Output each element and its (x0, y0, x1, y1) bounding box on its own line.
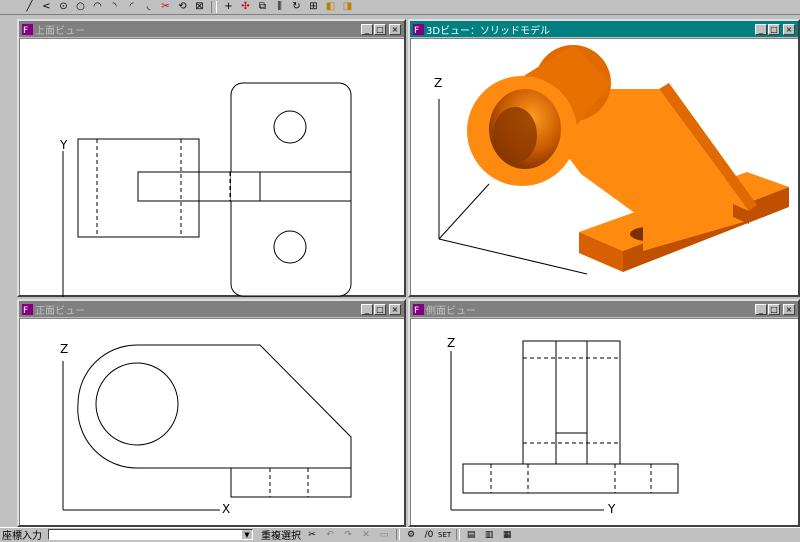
status-separator (456, 529, 461, 540)
y-axis-label: Y (59, 138, 68, 152)
app-icon[interactable]: F (21, 303, 33, 315)
arc2-tool-icon[interactable]: ◝ (107, 1, 122, 14)
window-title: 正面ビュー (35, 305, 85, 317)
command-bar: 座標入力 ▼ 重複選択 ✂ ↶ ↷ ✕ ▭ ⚙ /0 SET ▤ ▥ ▦ (0, 527, 800, 542)
app-icon[interactable]: F (412, 303, 424, 315)
maximize-button[interactable]: □ (768, 303, 780, 315)
upright-outline (522, 340, 621, 465)
minimize-button[interactable]: _ (361, 303, 373, 315)
rotate-icon[interactable]: ↻ (289, 1, 304, 14)
undo-icon[interactable]: ↶ (323, 529, 337, 540)
status-separator (396, 529, 400, 540)
app-icon[interactable]: F (412, 23, 424, 35)
z-axis-label: Z (60, 342, 68, 356)
svg-text:F: F (23, 26, 28, 35)
maximize-button[interactable]: □ (374, 303, 386, 315)
move-icon[interactable]: ✣ (238, 1, 253, 14)
svg-text:F: F (23, 306, 28, 315)
y-axis-label: Y (607, 502, 616, 516)
close-button[interactable]: × (389, 303, 401, 315)
rect-tool-icon[interactable]: ⊠ (192, 1, 207, 14)
close-button[interactable]: × (389, 23, 401, 35)
side-view-window[interactable]: F 側面ビュー _ □ × Z Y (408, 299, 800, 527)
top-view-canvas[interactable]: Y X (19, 38, 404, 297)
minimize-button[interactable]: _ (361, 23, 373, 35)
scissors-icon[interactable]: ✂ (305, 529, 319, 540)
snap-icon[interactable]: ⚙ (404, 529, 418, 540)
front-profile (77, 344, 352, 469)
front-view-titlebar[interactable]: F 正面ビュー _ □ × (19, 301, 404, 317)
minimize-button[interactable]: _ (755, 23, 767, 35)
front-view-window[interactable]: F 正面ビュー _ □ × Z X (17, 299, 406, 527)
z-axis-label: Z (447, 336, 455, 350)
maximize-button[interactable]: □ (374, 23, 386, 35)
layout-icon-2[interactable]: ▥ (482, 529, 496, 540)
solid-view-window[interactable]: F 3Dビュー：ソリッドモデル _ □ × Z (408, 19, 800, 297)
svg-text:F: F (414, 26, 419, 35)
cylinder-icon[interactable]: ◨ (340, 1, 355, 14)
window-title: 上面ビュー (35, 25, 85, 37)
y-axis-line (438, 183, 490, 240)
circle2-tool-icon[interactable]: ○ (73, 1, 88, 14)
side-view-titlebar[interactable]: F 側面ビュー _ □ × (410, 301, 798, 317)
base-plate-front (230, 467, 352, 498)
minimize-button[interactable]: _ (755, 303, 767, 315)
window-title: 側面ビュー (426, 305, 476, 317)
window-icon[interactable]: ▭ (377, 529, 391, 540)
solid-view-titlebar[interactable]: F 3Dビュー：ソリッドモデル _ □ × (410, 21, 798, 37)
drawing-toolbar: ╱ < ⊙ ○ ◠ ◝ ◜ ◟ ✂ ⟲ ⊠ + ✣ ⧉ ⫼ ↻ ⊞ ◧ ◨ (0, 0, 800, 15)
coord-input-field[interactable]: ▼ (48, 529, 253, 540)
app-icon[interactable]: F (21, 23, 33, 35)
offset-tool-icon[interactable]: ⟲ (175, 1, 190, 14)
cut-icon[interactable]: ✕ (359, 529, 373, 540)
side-view-canvas[interactable]: Z Y (410, 318, 798, 525)
base-plate-side (462, 463, 679, 494)
x-axis-line (438, 238, 588, 275)
layout-icon-1[interactable]: ▤ (464, 529, 478, 540)
scale-icon[interactable]: ⊞ (306, 1, 321, 14)
svg-text:F: F (414, 306, 419, 315)
solid-view-canvas[interactable]: Z (410, 38, 798, 295)
line-tool-icon[interactable]: ╱ (22, 1, 37, 14)
arc3-tool-icon[interactable]: ◜ (124, 1, 139, 14)
close-button[interactable]: × (783, 23, 795, 35)
set-button[interactable]: SET (438, 531, 451, 539)
trim-tool-icon[interactable]: ✂ (158, 1, 173, 14)
close-button[interactable]: × (783, 303, 795, 315)
mirror-icon[interactable]: ⫼ (272, 1, 287, 14)
circle-tool-icon[interactable]: ⊙ (56, 1, 71, 14)
polyline-tool-icon[interactable]: < (39, 1, 54, 14)
layout-icon-3[interactable]: ▦ (500, 529, 514, 540)
top-view-titlebar[interactable]: F 上面ビュー _ □ × (19, 21, 404, 37)
x-axis-label: X (222, 502, 230, 516)
front-view-canvas[interactable]: Z X (19, 318, 404, 525)
window-title: 3Dビュー：ソリッドモデル (426, 25, 551, 37)
redo-icon[interactable]: ↷ (341, 529, 355, 540)
zero-icon[interactable]: /0 (422, 529, 436, 540)
maximize-button[interactable]: □ (768, 23, 780, 35)
copy-icon[interactable]: ⧉ (255, 1, 270, 14)
z-axis-label: Z (434, 76, 442, 90)
bore-circle (95, 362, 179, 446)
fillet-tool-icon[interactable]: ◟ (141, 1, 156, 14)
solid-model (467, 45, 789, 272)
top-view-window[interactable]: F 上面ビュー _ □ × Y (17, 19, 406, 297)
box-icon[interactable]: ◧ (323, 1, 338, 14)
crosshair-icon[interactable]: + (221, 1, 236, 14)
toolbar-separator (211, 1, 217, 13)
arc-tool-icon[interactable]: ◠ (90, 1, 105, 14)
chevron-down-icon[interactable]: ▼ (242, 530, 252, 539)
